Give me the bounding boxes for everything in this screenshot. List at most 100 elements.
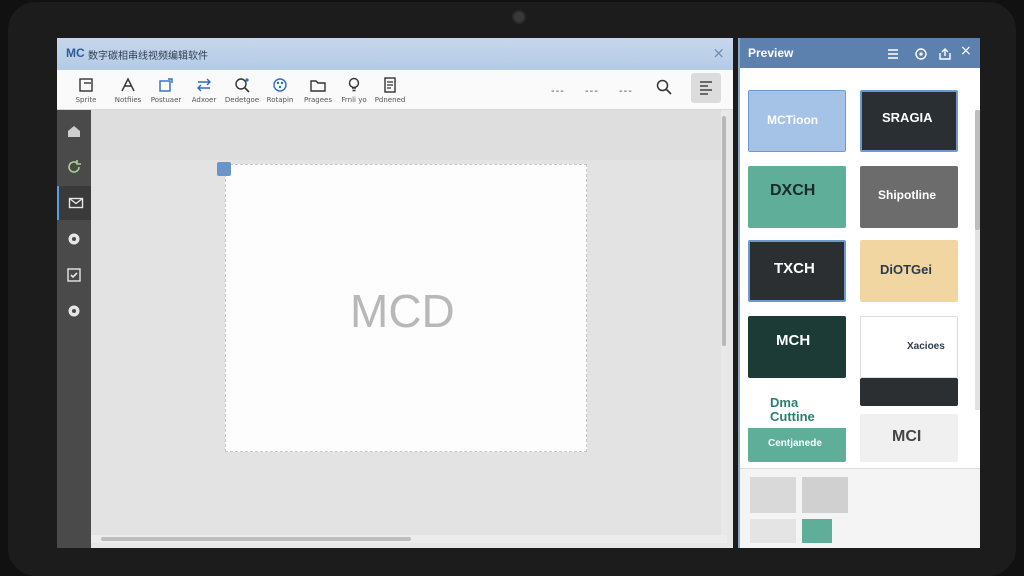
tool-sprite-button[interactable]: Sprite xyxy=(65,74,107,108)
thumbnail-card[interactable]: DiOTGei xyxy=(860,240,958,302)
tool-position-button[interactable]: Postuaer xyxy=(145,74,187,108)
nav-home[interactable] xyxy=(57,114,91,148)
gear-icon xyxy=(68,305,80,317)
swap-icon xyxy=(197,78,211,92)
thumbnail-title: Dma Cuttine xyxy=(770,395,815,424)
more-menu-3[interactable]: --- xyxy=(619,86,633,97)
scroll-thumb[interactable] xyxy=(975,110,980,230)
palette-icon xyxy=(273,78,287,92)
footer-thumbnail[interactable] xyxy=(750,519,796,543)
tool-label: Adxoer xyxy=(191,96,217,104)
lightbulb-icon xyxy=(348,77,360,92)
tool-label: Dedetgoe xyxy=(224,96,260,104)
nav-tasks[interactable] xyxy=(57,258,91,292)
thumbnail-card[interactable]: SRAGIA xyxy=(860,90,958,152)
preview-header: Preview × xyxy=(740,38,980,68)
crop-icon xyxy=(79,78,93,92)
panel-toggle-button[interactable] xyxy=(691,73,721,103)
thumbnail-title: MCH xyxy=(776,332,811,349)
preview-scrollbar[interactable] xyxy=(975,110,980,410)
canvas-logo[interactable]: MCD xyxy=(346,277,466,345)
thumbnail-card[interactable] xyxy=(860,378,958,406)
tool-label: Pdnened xyxy=(374,96,406,104)
close-preview-button[interactable]: × xyxy=(960,43,972,59)
refresh-icon xyxy=(68,160,81,173)
nav-messages[interactable] xyxy=(57,186,91,220)
canvas-logo-text: MCD xyxy=(350,285,455,337)
thumbnail-title: MCTioon xyxy=(767,113,819,127)
tool-label: Sprite xyxy=(75,96,97,104)
tool-detect-button[interactable]: Dedetgoe xyxy=(221,74,263,108)
thumbnail-card[interactable]: Dma Cuttine Centjanede xyxy=(748,388,846,462)
tablet-frame: MC 数字碳相串线视频编辑软件 × Sprite Notfiies Postua… xyxy=(0,0,1024,576)
app-logo: MC xyxy=(66,46,85,60)
toolbar: Sprite Notfiies Postuaer Adxoer Dedetgoe… xyxy=(57,70,733,110)
tool-text-button[interactable]: Notfiies xyxy=(107,74,149,108)
search-icon xyxy=(656,79,672,95)
thumbnail-card[interactable]: TXCH xyxy=(748,240,846,302)
thumbnail-strip: Centjanede xyxy=(748,428,846,462)
thumbnail-title: Xacioes xyxy=(907,341,945,352)
home-icon xyxy=(68,126,80,137)
folder-icon xyxy=(310,80,326,92)
horizontal-scrollbar[interactable] xyxy=(91,535,727,543)
more-menu-1[interactable]: --- xyxy=(551,86,565,97)
text-tool-icon xyxy=(121,77,135,92)
document-canvas[interactable]: MCD xyxy=(217,162,587,452)
tool-adjust-button[interactable]: Adxoer xyxy=(183,74,225,108)
search-button[interactable] xyxy=(655,78,673,100)
settings-icon xyxy=(68,233,80,245)
editor-window: MC 数字碳相串线视频编辑软件 × Sprite Notfiies Postua… xyxy=(57,38,733,548)
footer-thumbnail[interactable] xyxy=(802,519,832,543)
export-button[interactable] xyxy=(938,46,952,65)
checkbox-icon xyxy=(67,268,81,282)
thumbnail-background xyxy=(860,378,958,406)
tool-label: Notfiies xyxy=(114,96,142,104)
thumbnail-grid: MCTioon SRAGIA DXCH Shipotline TXCH DiOT… xyxy=(740,68,980,468)
list-view-button[interactable] xyxy=(886,46,900,65)
document-icon xyxy=(384,77,396,93)
thumbnail-card[interactable]: Xacioes xyxy=(860,316,958,378)
camera-icon xyxy=(512,10,526,24)
window-title: 数字碳相串线视频编辑软件 xyxy=(88,51,208,62)
thumbnail-card[interactable]: Shipotline xyxy=(860,166,958,228)
nav-refresh[interactable] xyxy=(57,150,91,184)
footer-thumbnail[interactable] xyxy=(802,477,848,513)
nav-preferences[interactable] xyxy=(57,294,91,328)
tool-planned-button[interactable]: Pdnened xyxy=(369,74,411,108)
thumbnail-title: SRAGIA xyxy=(882,110,933,125)
tool-rotate-button[interactable]: Rotapin xyxy=(259,74,301,108)
footer-thumbnail[interactable] xyxy=(750,477,796,513)
close-window-button[interactable]: × xyxy=(712,44,725,62)
workspace-header xyxy=(91,110,727,160)
cog-icon xyxy=(915,48,927,60)
thumbnail-card[interactable]: MCH xyxy=(748,316,846,378)
thumbnail-title: DXCH xyxy=(770,182,816,199)
vertical-scrollbar[interactable] xyxy=(721,110,727,540)
scroll-thumb[interactable] xyxy=(722,116,726,346)
thumbnail-title: TXCH xyxy=(774,260,815,277)
thumbnail-card[interactable]: DXCH xyxy=(748,166,846,228)
thumbnail-card[interactable]: MCI xyxy=(860,414,958,462)
share-icon xyxy=(939,48,951,60)
preview-panel: Preview × MCTioon SRAGIA DXCH Shipotline… xyxy=(738,38,980,548)
settings-button[interactable] xyxy=(914,46,928,65)
mail-icon xyxy=(68,197,84,209)
thumbnail-title: DiOTGei xyxy=(880,262,933,277)
canvas-anchor-handle[interactable] xyxy=(217,162,231,176)
list-icon xyxy=(888,49,898,59)
preview-footer xyxy=(740,468,980,548)
scroll-thumb[interactable] xyxy=(101,537,411,541)
panel-icon xyxy=(700,81,712,95)
magic-search-icon xyxy=(235,78,250,93)
thumbnail-title: MCI xyxy=(892,428,922,445)
more-menu-2[interactable]: --- xyxy=(585,86,599,97)
preview-title: Preview xyxy=(748,46,794,60)
thumbnail-card[interactable]: MCTioon xyxy=(748,90,846,152)
tool-label: Rotapin xyxy=(266,96,294,104)
canvas-workspace[interactable]: MCD xyxy=(91,110,727,540)
nav-settings[interactable] xyxy=(57,222,91,256)
resize-icon xyxy=(159,78,173,92)
mcd-logo-icon: MCD xyxy=(350,285,455,337)
thumbnail-title: Shipotline xyxy=(878,188,936,202)
